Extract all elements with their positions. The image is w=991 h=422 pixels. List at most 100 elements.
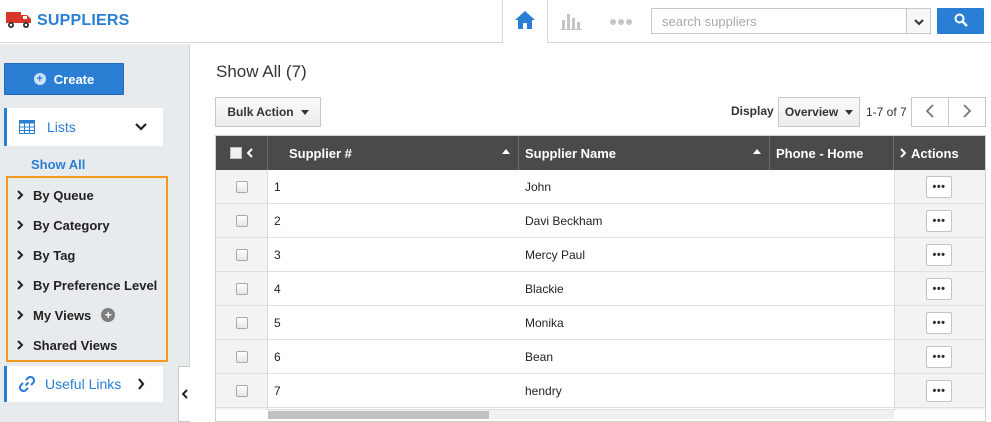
row-checkbox[interactable] xyxy=(236,317,248,329)
search-filter-dropdown[interactable] xyxy=(906,9,930,33)
row-checkbox[interactable] xyxy=(236,283,248,295)
row-checkbox[interactable] xyxy=(236,181,248,193)
brand[interactable]: SUPPLIERS xyxy=(6,9,130,32)
row-checkbox[interactable] xyxy=(236,351,248,363)
search-box xyxy=(651,8,931,34)
table-row[interactable]: 4 Blackie ••• xyxy=(216,272,985,306)
more-dots-icon xyxy=(610,14,632,29)
sidebar-item-label: By Queue xyxy=(33,187,94,203)
row-actions-cell: ••• xyxy=(926,204,952,238)
chevron-right-icon xyxy=(16,340,26,350)
search-input[interactable] xyxy=(652,9,906,33)
supplier-name-cell[interactable]: John xyxy=(525,170,551,204)
table-row[interactable]: 7 hendry ••• xyxy=(216,374,985,408)
row-actions-button[interactable]: ••• xyxy=(926,278,952,300)
next-page-button[interactable] xyxy=(948,97,986,127)
create-button[interactable]: + Create xyxy=(4,63,124,95)
row-actions-cell: ••• xyxy=(926,170,952,204)
sidebar-item-my-views[interactable]: My Views + xyxy=(16,305,116,325)
supplier-name-cell[interactable]: Blackie xyxy=(525,272,564,306)
sidebar-item-by-queue[interactable]: By Queue xyxy=(16,185,94,205)
column-header-phone-home[interactable]: Phone - Home xyxy=(770,136,894,170)
supplier-number-cell: 2 xyxy=(274,214,281,228)
row-checkbox[interactable] xyxy=(236,249,248,261)
chevron-right-icon xyxy=(16,220,26,230)
search-icon xyxy=(954,13,968,30)
search-button[interactable] xyxy=(937,8,984,34)
column-header-label: Supplier # xyxy=(289,145,352,161)
sidebar-item-shared-views[interactable]: Shared Views xyxy=(16,335,117,355)
row-actions-button[interactable]: ••• xyxy=(926,380,952,402)
column-header-actions: Actions xyxy=(894,136,985,170)
row-checkbox-cell xyxy=(236,204,248,238)
more-nav-button[interactable] xyxy=(606,0,636,43)
page-title: Show All (7) xyxy=(216,62,307,81)
row-actions-button[interactable]: ••• xyxy=(926,312,952,334)
table-row[interactable]: 3 Mercy Paul ••• xyxy=(216,238,985,272)
show-all-link[interactable]: Show All xyxy=(31,157,85,172)
sidebar-item-by-tag[interactable]: By Tag xyxy=(16,245,75,265)
suppliers-table: Supplier # Supplier Name Phone - Home Ac… xyxy=(215,135,986,422)
row-actions-button[interactable]: ••• xyxy=(926,176,952,198)
table-row[interactable]: 5 Monika ••• xyxy=(216,306,985,340)
supplier-number-cell: 7 xyxy=(274,384,281,398)
chevron-left-icon[interactable] xyxy=(247,148,253,158)
chevron-left-icon xyxy=(181,387,188,402)
chevron-right-icon xyxy=(16,280,26,290)
table-row[interactable]: 6 Bean ••• xyxy=(216,340,985,374)
supplier-name-cell[interactable]: Monika xyxy=(525,306,564,340)
sort-asc-icon xyxy=(753,149,761,154)
supplier-number-cell: 3 xyxy=(274,248,281,262)
sidebar-item-by-preference-level[interactable]: By Preference Level xyxy=(16,275,157,295)
add-view-icon[interactable]: + xyxy=(101,308,116,322)
display-label: Display xyxy=(731,104,774,118)
chevron-right-icon xyxy=(16,250,26,260)
supplier-name-cell[interactable]: Bean xyxy=(525,340,553,374)
top-bar: SUPPLIERS xyxy=(0,0,991,43)
column-header-supplier-number[interactable]: Supplier # xyxy=(268,136,519,170)
home-nav-button[interactable] xyxy=(502,0,548,43)
table-row[interactable]: 1 John ••• xyxy=(216,170,985,204)
supplier-name-cell[interactable]: hendry xyxy=(525,374,562,408)
link-icon xyxy=(19,376,35,392)
row-actions-button[interactable]: ••• xyxy=(926,346,952,368)
reports-nav-button[interactable] xyxy=(556,0,586,43)
useful-links-label: Useful Links xyxy=(45,376,122,392)
list-filters-group: By Queue By Category By Tag By Preferenc… xyxy=(6,176,168,362)
collapse-sidebar-button[interactable] xyxy=(178,366,190,422)
row-actions-cell: ••• xyxy=(926,272,952,306)
row-checkbox[interactable] xyxy=(236,385,248,397)
display-select[interactable]: Overview xyxy=(778,97,860,127)
chevron-right-icon xyxy=(137,378,145,390)
chevron-right-icon[interactable] xyxy=(900,148,906,158)
table-icon xyxy=(19,120,35,134)
home-icon xyxy=(514,10,536,33)
row-actions-button[interactable]: ••• xyxy=(926,210,952,232)
row-checkbox-cell xyxy=(236,374,248,408)
chevron-down-icon xyxy=(135,120,147,135)
caret-down-icon xyxy=(300,109,309,115)
scrollbar-thumb[interactable] xyxy=(268,411,489,419)
bulk-action-button[interactable]: Bulk Action xyxy=(215,97,321,127)
caret-down-icon xyxy=(845,109,854,115)
supplier-name-cell[interactable]: Mercy Paul xyxy=(525,238,585,272)
column-header-supplier-name[interactable]: Supplier Name xyxy=(519,136,770,170)
chevron-right-icon xyxy=(963,103,972,121)
horizontal-scrollbar[interactable] xyxy=(268,409,894,419)
column-header-label: Actions xyxy=(911,145,959,161)
bar-chart-icon xyxy=(560,10,582,33)
select-all-checkbox[interactable] xyxy=(230,147,242,159)
supplier-number-cell: 1 xyxy=(274,180,281,194)
bulk-action-label: Bulk Action xyxy=(227,105,294,119)
lists-panel-toggle[interactable]: Lists xyxy=(4,108,163,146)
row-actions-button[interactable]: ••• xyxy=(926,244,952,266)
row-checkbox[interactable] xyxy=(236,215,248,227)
previous-page-button[interactable] xyxy=(911,97,949,127)
row-checkbox-cell xyxy=(236,306,248,340)
sidebar-item-by-category[interactable]: By Category xyxy=(16,215,110,235)
table-row[interactable]: 2 Davi Beckham ••• xyxy=(216,204,985,238)
supplier-name-cell[interactable]: Davi Beckham xyxy=(525,204,602,238)
useful-links-toggle[interactable]: Useful Links xyxy=(4,366,163,402)
sidebar-item-label: Shared Views xyxy=(33,337,118,353)
supplier-number-cell: 6 xyxy=(274,350,281,364)
